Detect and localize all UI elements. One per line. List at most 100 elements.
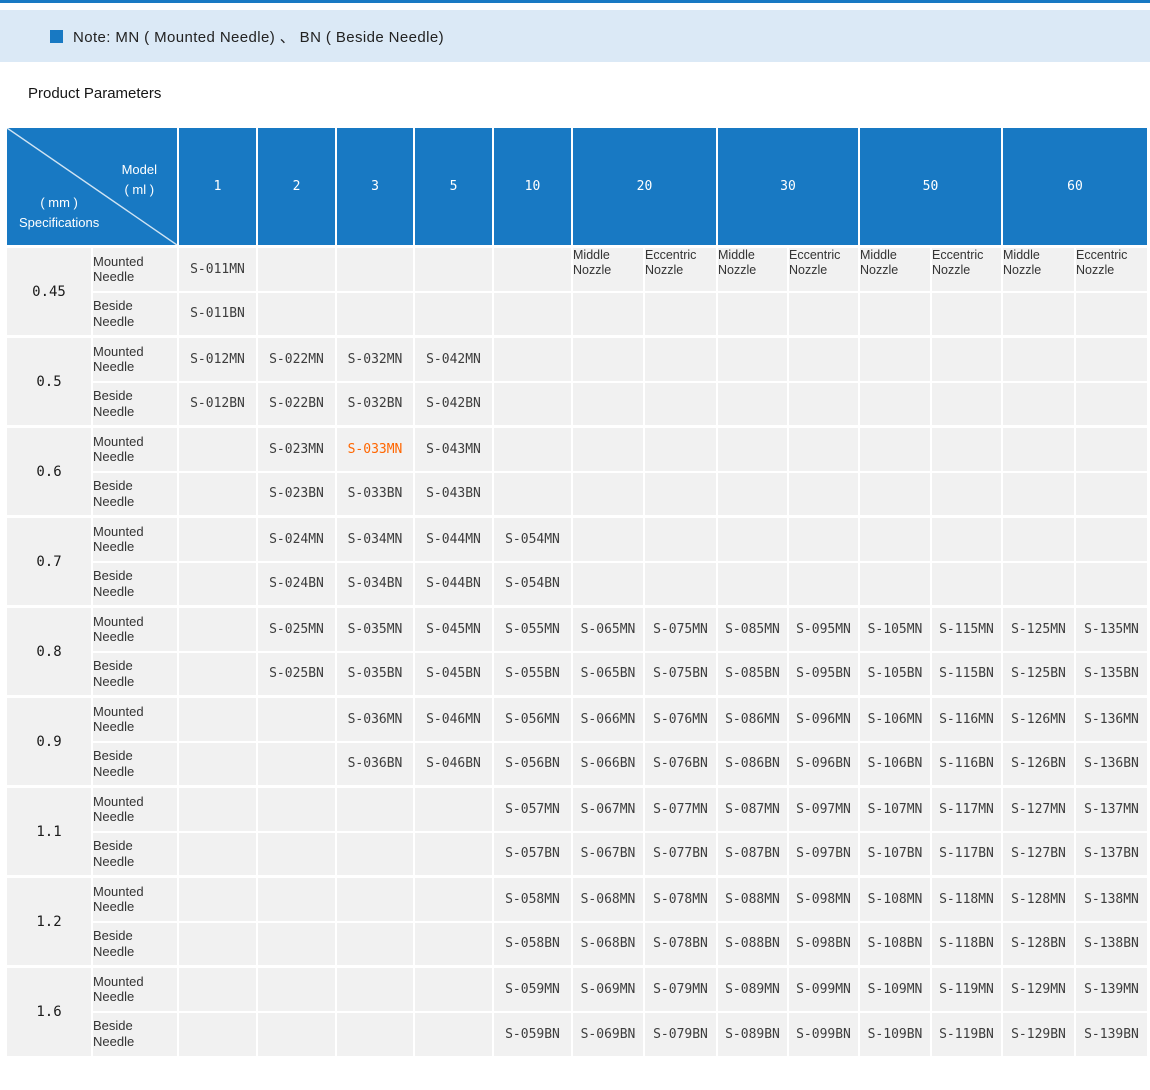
model-code-cell: S-097MN [788, 787, 859, 832]
model-code-cell: S-115BN [931, 652, 1002, 697]
empty-cell [788, 337, 859, 382]
empty-cell [257, 877, 336, 922]
model-code-cell: S-087BN [717, 832, 788, 877]
model-code-cell: S-128MN [1002, 877, 1075, 922]
empty-cell [788, 472, 859, 517]
nozzle-subheader-cell: Middle Nozzle [717, 247, 788, 292]
nozzle-subheader-cell: Eccentric Nozzle [788, 247, 859, 292]
empty-cell [1075, 562, 1148, 607]
table-corner-cell: Model( ml )( mm )Specifications [6, 127, 178, 247]
note-bar: Note: MN ( Mounted Needle) 、 BN ( Beside… [0, 10, 1150, 62]
table-row: 0.5Mounted NeedleS-012MNS-022MNS-032MNS-… [6, 337, 1148, 382]
model-code-cell: S-034BN [336, 562, 414, 607]
empty-cell [493, 382, 572, 427]
empty-cell [414, 247, 493, 292]
model-code-cell: S-045BN [414, 652, 493, 697]
nozzle-subheader-cell: Eccentric Nozzle [1075, 247, 1148, 292]
model-code-cell: S-069MN [572, 967, 644, 1012]
empty-cell [178, 517, 257, 562]
model-code-cell: S-036BN [336, 742, 414, 787]
model-code-cell: S-044MN [414, 517, 493, 562]
table-row: 0.8Mounted NeedleS-025MNS-035MNS-045MNS-… [6, 607, 1148, 652]
spec-cell: 0.9 [6, 697, 92, 787]
model-code-cell: S-066BN [572, 742, 644, 787]
table-row: Beside NeedleS-012BNS-022BNS-032BNS-042B… [6, 382, 1148, 427]
empty-cell [1002, 472, 1075, 517]
ml-column-header: 20 [572, 127, 717, 247]
empty-cell [859, 382, 931, 427]
model-code-cell: S-069BN [572, 1012, 644, 1057]
section-title: Product Parameters [28, 85, 1150, 102]
model-code-cell: S-089MN [717, 967, 788, 1012]
needle-type-cell: Beside Needle [92, 1012, 178, 1057]
model-code-cell: S-011MN [178, 247, 257, 292]
model-code-cell: S-105MN [859, 607, 931, 652]
empty-cell [717, 472, 788, 517]
empty-cell [1002, 292, 1075, 337]
ml-column-header: 10 [493, 127, 572, 247]
model-code-cell: S-118BN [931, 922, 1002, 967]
spec-cell: 1.2 [6, 877, 92, 967]
model-code-cell: S-108MN [859, 877, 931, 922]
needle-type-cell: Beside Needle [92, 472, 178, 517]
model-code-cell: S-036MN [336, 697, 414, 742]
model-code-cell: S-118MN [931, 877, 1002, 922]
empty-cell [493, 247, 572, 292]
model-code-cell: S-022MN [257, 337, 336, 382]
empty-cell [644, 292, 717, 337]
model-code-cell: S-119BN [931, 1012, 1002, 1057]
note-text: Note: MN ( Mounted Needle) 、 BN ( Beside… [73, 26, 444, 47]
empty-cell [644, 517, 717, 562]
model-code-cell: S-095BN [788, 652, 859, 697]
model-code-cell: S-046MN [414, 697, 493, 742]
empty-cell [257, 967, 336, 1012]
model-code-cell: S-056MN [493, 697, 572, 742]
empty-cell [931, 472, 1002, 517]
model-code-cell: S-043BN [414, 472, 493, 517]
table-row: 0.7Mounted NeedleS-024MNS-034MNS-044MNS-… [6, 517, 1148, 562]
empty-cell [717, 337, 788, 382]
empty-cell [859, 337, 931, 382]
header-row: Model( ml )( mm )Specifications123510203… [6, 127, 1148, 247]
table-row: Beside NeedleS-023BNS-033BNS-043BN [6, 472, 1148, 517]
corner-model-label: Model( ml ) [122, 160, 157, 199]
model-code-cell: S-105BN [859, 652, 931, 697]
model-code-cell: S-135MN [1075, 607, 1148, 652]
model-code-cell: S-035MN [336, 607, 414, 652]
ml-column-header: 50 [859, 127, 1002, 247]
empty-cell [257, 832, 336, 877]
model-code-cell: S-024MN [257, 517, 336, 562]
model-code-cell: S-054BN [493, 562, 572, 607]
spec-cell: 1.1 [6, 787, 92, 877]
empty-cell [788, 292, 859, 337]
model-code-cell: S-075BN [644, 652, 717, 697]
empty-cell [788, 382, 859, 427]
empty-cell [859, 427, 931, 472]
model-code-cell: S-044BN [414, 562, 493, 607]
empty-cell [257, 292, 336, 337]
model-code-cell: S-054MN [493, 517, 572, 562]
empty-cell [414, 922, 493, 967]
model-code-cell: S-042BN [414, 382, 493, 427]
model-code-cell: S-079BN [644, 1012, 717, 1057]
model-code-cell: S-136MN [1075, 697, 1148, 742]
ml-column-header: 2 [257, 127, 336, 247]
nozzle-subheader-cell: Middle Nozzle [859, 247, 931, 292]
model-code-cell-highlighted[interactable]: S-033MN [336, 427, 414, 472]
model-code-cell: S-085BN [717, 652, 788, 697]
empty-cell [178, 967, 257, 1012]
model-code-cell: S-078BN [644, 922, 717, 967]
empty-cell [1002, 562, 1075, 607]
empty-cell [572, 517, 644, 562]
empty-cell [178, 922, 257, 967]
model-code-cell: S-057MN [493, 787, 572, 832]
empty-cell [859, 517, 931, 562]
spec-cell: 0.45 [6, 247, 92, 337]
spec-cell: 1.6 [6, 967, 92, 1057]
nozzle-subheader-cell: Middle Nozzle [1002, 247, 1075, 292]
model-code-cell: S-127MN [1002, 787, 1075, 832]
model-code-cell: S-046BN [414, 742, 493, 787]
empty-cell [257, 697, 336, 742]
model-code-cell: S-128BN [1002, 922, 1075, 967]
model-code-cell: S-086BN [717, 742, 788, 787]
